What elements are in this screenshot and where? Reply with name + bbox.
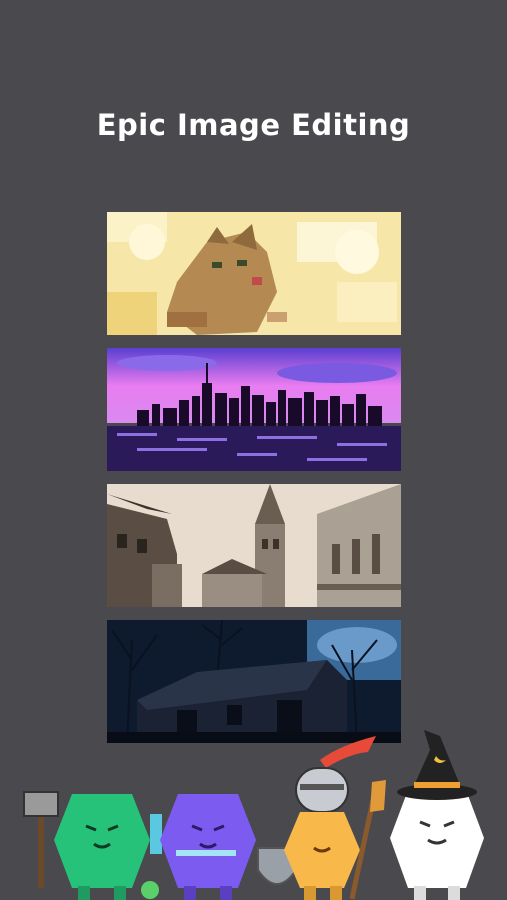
- barn-at-night-photo: [107, 620, 401, 743]
- page-title: Epic Image Editing: [96, 108, 411, 142]
- wizard-character: [390, 730, 484, 900]
- warrior-character: [54, 794, 150, 900]
- wizard-hat-icon: [397, 730, 477, 800]
- cat-photo: [107, 212, 401, 335]
- city-skyline-photo: [107, 348, 401, 471]
- church-street-photo: [107, 484, 401, 607]
- sword-icon: [176, 850, 236, 856]
- gallery-image-church[interactable]: [107, 484, 401, 607]
- mage-purple-character: [141, 794, 256, 900]
- gallery-image-barn[interactable]: [107, 620, 401, 743]
- gallery-image-city[interactable]: [107, 348, 401, 471]
- knight-character: [284, 736, 376, 900]
- gallery-image-cat[interactable]: [107, 212, 401, 335]
- character-lineup: [0, 730, 507, 900]
- hammer-icon: [23, 791, 59, 888]
